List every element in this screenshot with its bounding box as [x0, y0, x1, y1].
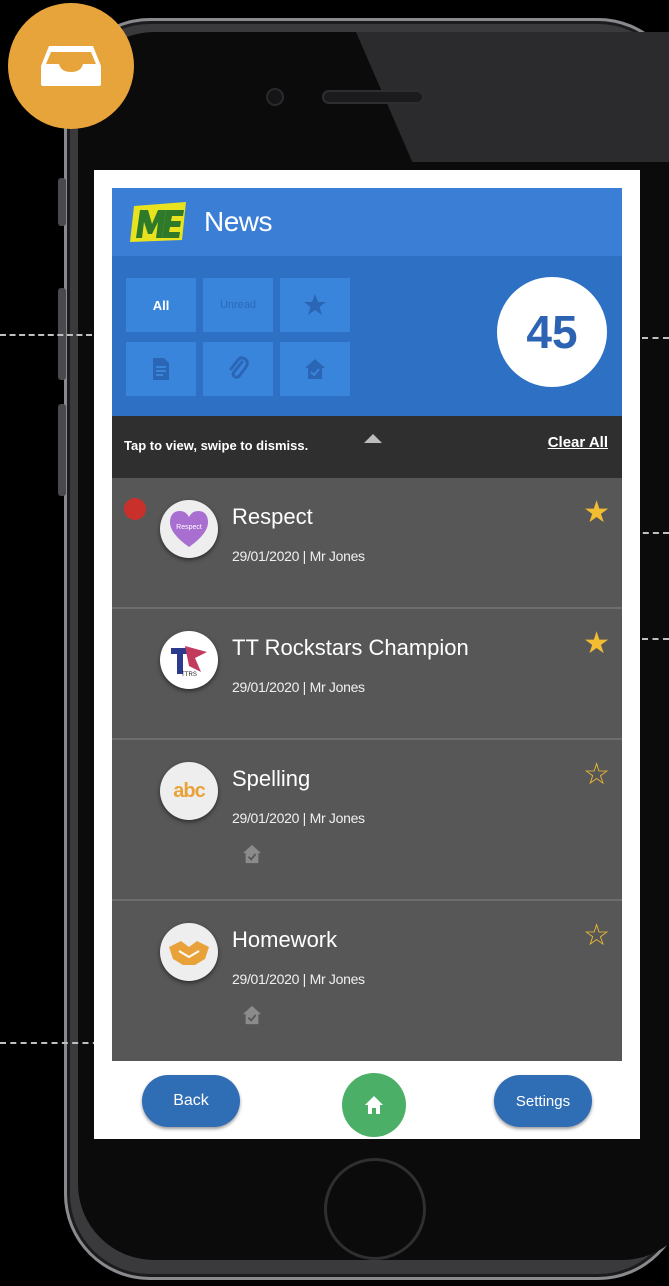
item-title: Respect	[232, 504, 313, 529]
home-icon	[305, 359, 325, 379]
item-meta: 29/01/2020 | Mr Jones	[232, 810, 365, 826]
tt-rockstars-icon: TTRS	[171, 646, 207, 678]
app-header: News	[112, 188, 622, 256]
list-item[interactable]: Homework 29/01/2020 | Mr Jones ☆	[112, 901, 622, 1061]
item-meta: 29/01/2020 | Mr Jones	[232, 971, 365, 987]
handshake-icon	[169, 941, 209, 965]
home-button[interactable]	[342, 1073, 406, 1137]
page-title: News	[204, 206, 273, 237]
heart-icon: Respect	[169, 511, 209, 547]
clear-all-link[interactable]: Clear All	[548, 434, 608, 451]
mute-switch	[58, 178, 66, 226]
settings-button[interactable]: Settings	[494, 1075, 592, 1127]
callout-line	[642, 337, 669, 339]
inbox-tray-icon	[41, 46, 101, 86]
document-icon	[153, 358, 169, 380]
avatar-label: abc	[173, 779, 205, 802]
news-list: Respect Respect 29/01/2020 | Mr Jones ★ …	[112, 478, 622, 1061]
list-item[interactable]: abc Spelling 29/01/2020 | Mr Jones ☆	[112, 740, 622, 901]
starred-star-icon[interactable]: ★	[583, 629, 610, 659]
phone-home-button[interactable]	[324, 1158, 426, 1260]
filter-homework-button[interactable]	[280, 342, 350, 396]
homework-home-icon	[242, 1005, 262, 1025]
filter-grid: All Unread	[126, 278, 350, 396]
hint-bar: Tap to view, swipe to dismiss. Clear All	[112, 416, 622, 478]
item-title: Spelling	[232, 766, 311, 791]
app-logo-icon	[130, 202, 186, 242]
volume-down-button	[58, 404, 66, 496]
filter-attachments-button[interactable]	[203, 342, 273, 396]
filter-unread-button[interactable]: Unread	[203, 278, 273, 332]
starred-star-icon[interactable]: ★	[583, 498, 610, 528]
avatar	[160, 923, 218, 981]
avatar: Respect	[160, 500, 218, 558]
collapse-caret-icon[interactable]	[364, 434, 382, 443]
item-meta: 29/01/2020 | Mr Jones	[232, 548, 365, 564]
unstarred-star-icon[interactable]: ☆	[583, 760, 610, 790]
star-icon	[304, 294, 326, 315]
callout-line	[0, 334, 92, 336]
home-icon	[365, 1096, 383, 1114]
unstarred-star-icon[interactable]: ☆	[583, 921, 610, 951]
footer-bar: Back Settings	[94, 1061, 640, 1139]
filter-starred-button[interactable]	[280, 278, 350, 332]
avatar-label: Respect	[176, 524, 202, 531]
filter-panel: All Unread 45	[112, 256, 622, 416]
avatar: abc	[160, 762, 218, 820]
filter-all-button[interactable]: All	[126, 278, 196, 332]
filter-documents-button[interactable]	[126, 342, 196, 396]
paperclip-icon	[229, 356, 249, 379]
avatar-label: TTRS	[181, 672, 197, 678]
app-screen: News All Unread 45 Tap to view, swipe to…	[94, 170, 640, 1139]
avatar: TTRS	[160, 631, 218, 689]
unread-count-badge: 45	[497, 277, 607, 387]
list-item[interactable]: Respect Respect 29/01/2020 | Mr Jones ★	[112, 478, 622, 609]
front-camera	[268, 90, 282, 104]
earpiece-speaker	[324, 92, 422, 102]
item-title: TT Rockstars Champion	[232, 635, 469, 660]
hint-text: Tap to view, swipe to dismiss.	[124, 438, 309, 453]
item-meta: 29/01/2020 | Mr Jones	[232, 679, 365, 695]
item-title: Homework	[232, 927, 338, 952]
unread-indicator	[124, 498, 146, 520]
inbox-badge	[8, 3, 134, 129]
list-item[interactable]: TTRS TT Rockstars Champion 29/01/2020 | …	[112, 609, 622, 740]
back-button[interactable]: Back	[142, 1075, 240, 1127]
homework-home-icon	[242, 844, 262, 864]
